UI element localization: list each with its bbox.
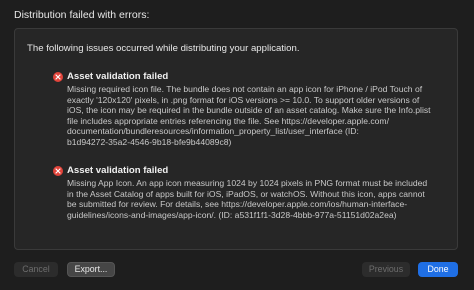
cancel-button[interactable]: Cancel bbox=[14, 262, 58, 277]
done-button[interactable]: Done bbox=[418, 262, 458, 277]
issues-panel: The following issues occurred while dist… bbox=[14, 28, 458, 250]
issue-item: Asset validation failed Missing required… bbox=[53, 71, 451, 148]
issue-item: Asset validation failed Missing App Icon… bbox=[53, 165, 451, 220]
issues-intro: The following issues occurred while dist… bbox=[27, 43, 300, 54]
issue-description: Missing required icon file. The bundle d… bbox=[67, 84, 431, 147]
issue-title: Asset validation failed bbox=[67, 71, 169, 82]
previous-button[interactable]: Previous bbox=[362, 262, 410, 277]
dialog-title: Distribution failed with errors: bbox=[14, 9, 150, 21]
error-icon bbox=[53, 72, 63, 82]
issue-description: Missing App Icon. An app icon measuring … bbox=[67, 178, 428, 220]
issue-title: Asset validation failed bbox=[67, 165, 169, 176]
error-icon bbox=[53, 166, 63, 176]
export-button[interactable]: Export... bbox=[67, 262, 115, 277]
